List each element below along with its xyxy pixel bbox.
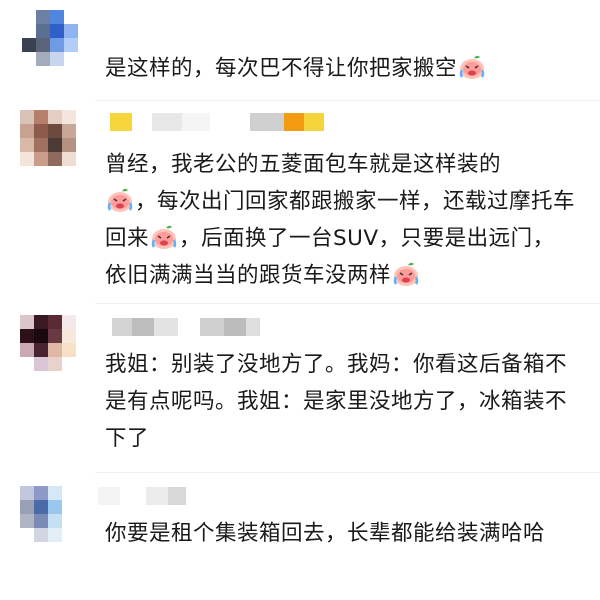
- divider: [95, 100, 600, 101]
- divider: [95, 472, 600, 473]
- divider: [95, 303, 600, 304]
- crying-laugh-icon: [107, 188, 133, 212]
- comment-text-segment: 是这样的，每次巴不得让你把家搬空: [105, 56, 458, 81]
- comment-text-segment: 你要是租个集装箱回去，长辈都能给装满哈哈: [105, 521, 546, 546]
- comment-text-segment: 曾经，我老公的五菱面包车就是这样装的: [105, 152, 502, 177]
- crying-laugh-icon: [151, 225, 177, 249]
- username-mosaic[interactable]: [112, 318, 260, 336]
- crying-laugh-icon: [459, 55, 485, 79]
- comment-text: 我姐：别装了没地方了。我妈：你看这后备箱不是有点呢吗。我姐：是家里没地方了，冰箱…: [105, 346, 575, 457]
- avatar[interactable]: [20, 315, 76, 371]
- comment-text: 你要是租个集装箱回去，长辈都能给装满哈哈: [105, 515, 575, 552]
- avatar[interactable]: [22, 10, 78, 66]
- username-mosaic[interactable]: [110, 113, 324, 131]
- avatar[interactable]: [20, 486, 76, 542]
- comment-text-segment: 我姐：别装了没地方了。我妈：你看这后备箱不是有点呢吗。我姐：是家里没地方了，冰箱…: [105, 352, 568, 451]
- crying-laugh-icon: [393, 262, 419, 286]
- username-mosaic[interactable]: [98, 487, 186, 505]
- comment-text: 曾经，我老公的五菱面包车就是这样装的 ，每次出门回家都跟搬家一样，还载过摩托车回来…: [105, 146, 575, 294]
- comment-text: 是这样的，每次巴不得让你把家搬空: [105, 50, 575, 87]
- avatar[interactable]: [20, 110, 76, 166]
